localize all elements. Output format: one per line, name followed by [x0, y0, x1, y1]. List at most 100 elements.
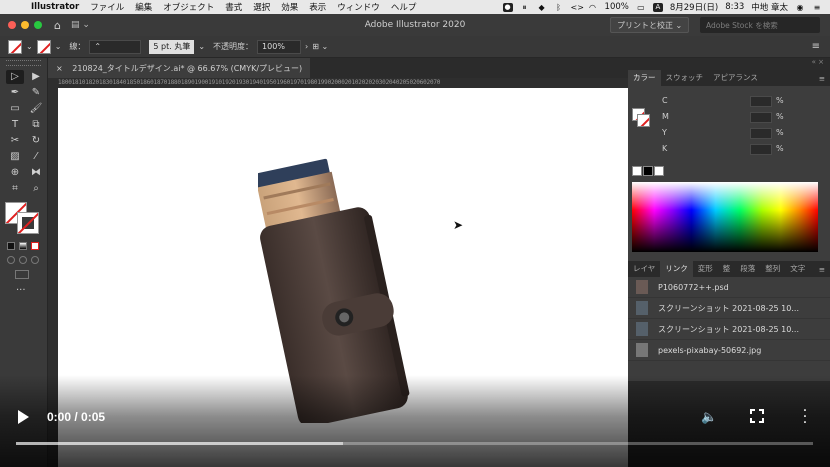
gradient-mode-icon[interactable] — [19, 242, 27, 250]
menubar-user[interactable]: 中地 章太 — [751, 1, 788, 13]
black-swatch-icon[interactable] — [643, 166, 653, 176]
menubar-date[interactable]: 8月29日(日) — [670, 1, 718, 13]
rotate-tool-icon[interactable]: ↻ — [27, 134, 45, 148]
paintbrush-tool-icon[interactable]: 🖌 — [27, 102, 45, 116]
draw-behind-icon[interactable] — [19, 256, 27, 264]
control-center-icon[interactable]: ≡ — [812, 3, 822, 12]
tab-transform[interactable]: 変形 — [693, 261, 718, 277]
rectangle-tool-icon[interactable]: ▭ — [6, 102, 24, 116]
code-icon[interactable]: <> — [571, 3, 584, 12]
workspace-switcher-icon[interactable]: ▤ ⌄ — [71, 20, 90, 30]
none-mode-icon[interactable] — [31, 242, 39, 250]
panel-menu-icon[interactable]: ≡ — [819, 74, 830, 83]
yellow-input[interactable] — [750, 128, 772, 139]
opacity-input[interactable]: 100% — [257, 39, 302, 54]
control-bar-menu-icon[interactable]: ≡ — [812, 41, 820, 52]
fullscreen-icon[interactable] — [750, 409, 764, 423]
tab-swatches[interactable]: スウォッチ — [661, 70, 709, 86]
type-tool-icon[interactable]: T — [6, 118, 24, 132]
menu-window[interactable]: ウィンドウ — [337, 1, 380, 13]
tab-align-short[interactable]: 整 — [718, 261, 736, 277]
fill-color-swatch[interactable] — [8, 39, 22, 54]
tab-links[interactable]: リンク — [660, 261, 693, 277]
more-tools-icon[interactable]: ··· — [16, 285, 47, 296]
tab-layers[interactable]: レイヤ — [628, 261, 660, 277]
black-input[interactable] — [750, 144, 772, 155]
pen-tool-icon[interactable]: ✒ — [6, 86, 24, 100]
dropbox-icon[interactable]: ◆ — [537, 3, 547, 12]
menu-edit[interactable]: 編集 — [135, 1, 152, 13]
pause-icon[interactable]: ⏸ — [520, 3, 530, 12]
chevron-down-icon[interactable]: ⌄ — [26, 42, 33, 51]
cyan-input[interactable] — [750, 96, 772, 107]
more-options-icon[interactable]: · · · — [801, 404, 809, 430]
tab-appearance[interactable]: アピアランス — [708, 70, 763, 86]
selection-tool-icon[interactable]: ▷ — [6, 70, 24, 84]
stroke-weight-input[interactable]: ⌃ — [89, 39, 142, 54]
wifi-icon[interactable]: ◠ — [588, 3, 598, 12]
artboard-tool-icon[interactable]: ⌗ — [6, 182, 24, 196]
gradient-tool-icon[interactable]: ▨ — [6, 150, 24, 164]
list-item[interactable]: スクリーンショット 2021-08-25 10... — [628, 298, 830, 319]
draw-inside-icon[interactable] — [31, 256, 39, 264]
menu-effect[interactable]: 効果 — [281, 1, 298, 13]
scissors-tool-icon[interactable]: ✂ — [6, 134, 24, 148]
tab-color[interactable]: カラー — [628, 70, 661, 86]
tab-character[interactable]: 文字 — [785, 261, 810, 277]
screen-mode-icon[interactable] — [15, 270, 29, 279]
shape-builder-tool-icon[interactable]: ⊕ — [6, 166, 24, 180]
eyedropper-tool-icon[interactable]: ⁄ — [27, 150, 45, 164]
magenta-input[interactable] — [750, 112, 772, 123]
home-icon[interactable]: ⌂ — [54, 19, 61, 32]
menu-type[interactable]: 書式 — [225, 1, 242, 13]
list-item[interactable]: P1060772++.psd — [628, 277, 830, 298]
curvature-tool-icon[interactable]: ✎ — [27, 86, 45, 100]
color-stroke-swatch[interactable] — [637, 114, 650, 127]
menu-file[interactable]: ファイル — [90, 1, 124, 13]
style-icon[interactable]: ⊞ ⌄ — [312, 42, 328, 51]
none-swatch-icon[interactable] — [632, 166, 642, 176]
close-icon[interactable]: × — [56, 64, 63, 73]
input-source-icon[interactable]: A — [652, 2, 663, 12]
close-window-button[interactable] — [8, 21, 16, 29]
list-item[interactable]: スクリーンショット 2021-08-25 10... — [628, 319, 830, 340]
menu-object[interactable]: オブジェクト — [163, 1, 214, 13]
color-spectrum[interactable] — [632, 182, 818, 252]
draw-normal-icon[interactable] — [7, 256, 15, 264]
siri-icon[interactable]: ◉ — [795, 3, 805, 12]
chevron-down-icon[interactable]: ⌄ — [55, 42, 62, 51]
tab-align[interactable]: 整列 — [760, 261, 785, 277]
collapse-panels-icon[interactable]: « × — [628, 58, 830, 70]
stock-search-input[interactable]: Adobe Stock を検索 — [700, 17, 820, 33]
tab-paragraph[interactable]: 段落 — [735, 261, 760, 277]
battery-icon[interactable]: ▭ — [636, 3, 646, 12]
minimize-window-button[interactable] — [21, 21, 29, 29]
list-item[interactable]: pexels-pixabay-50692.jpg — [628, 340, 830, 361]
volume-icon[interactable]: 🔈 — [701, 410, 717, 425]
video-progress-bar[interactable] — [16, 442, 813, 445]
fill-stroke-indicator[interactable] — [5, 202, 41, 236]
white-swatch-icon[interactable] — [654, 166, 664, 176]
menu-view[interactable]: 表示 — [309, 1, 326, 13]
menu-select[interactable]: 選択 — [253, 1, 270, 13]
bluetooth-icon[interactable]: ᛒ — [554, 3, 564, 12]
panel-grip[interactable] — [6, 60, 41, 66]
blend-tool-icon[interactable]: ⧓ — [27, 166, 45, 180]
document-tab[interactable]: × 210824_タイトルデザイン.ai* @ 66.67% (CMYK/プレビ… — [48, 58, 311, 78]
chevron-right-icon[interactable]: › — [305, 42, 308, 51]
zoom-window-button[interactable] — [34, 21, 42, 29]
stroke-none-swatch[interactable] — [17, 212, 39, 234]
play-button[interactable] — [16, 408, 32, 426]
stroke-color-swatch[interactable] — [36, 39, 51, 54]
menubar-time[interactable]: 8:33 — [725, 2, 744, 12]
line-icon[interactable]: ● — [502, 2, 513, 12]
menu-help[interactable]: ヘルプ — [391, 1, 417, 13]
panel-menu-icon[interactable]: ≡ — [819, 265, 830, 274]
brush-definition-dropdown[interactable]: 5 pt. 丸筆 — [149, 39, 195, 54]
menu-app-name[interactable]: Illustrator — [31, 2, 79, 12]
print-proof-button[interactable]: プリントと校正 ⌄ — [610, 17, 690, 33]
zoom-tool-icon[interactable]: ⌕ — [27, 182, 45, 196]
direct-selection-tool-icon[interactable]: ▶ — [27, 70, 45, 84]
scale-tool-icon[interactable]: ⧉ — [27, 118, 45, 132]
chevron-down-icon[interactable]: ⌄ — [198, 42, 205, 51]
